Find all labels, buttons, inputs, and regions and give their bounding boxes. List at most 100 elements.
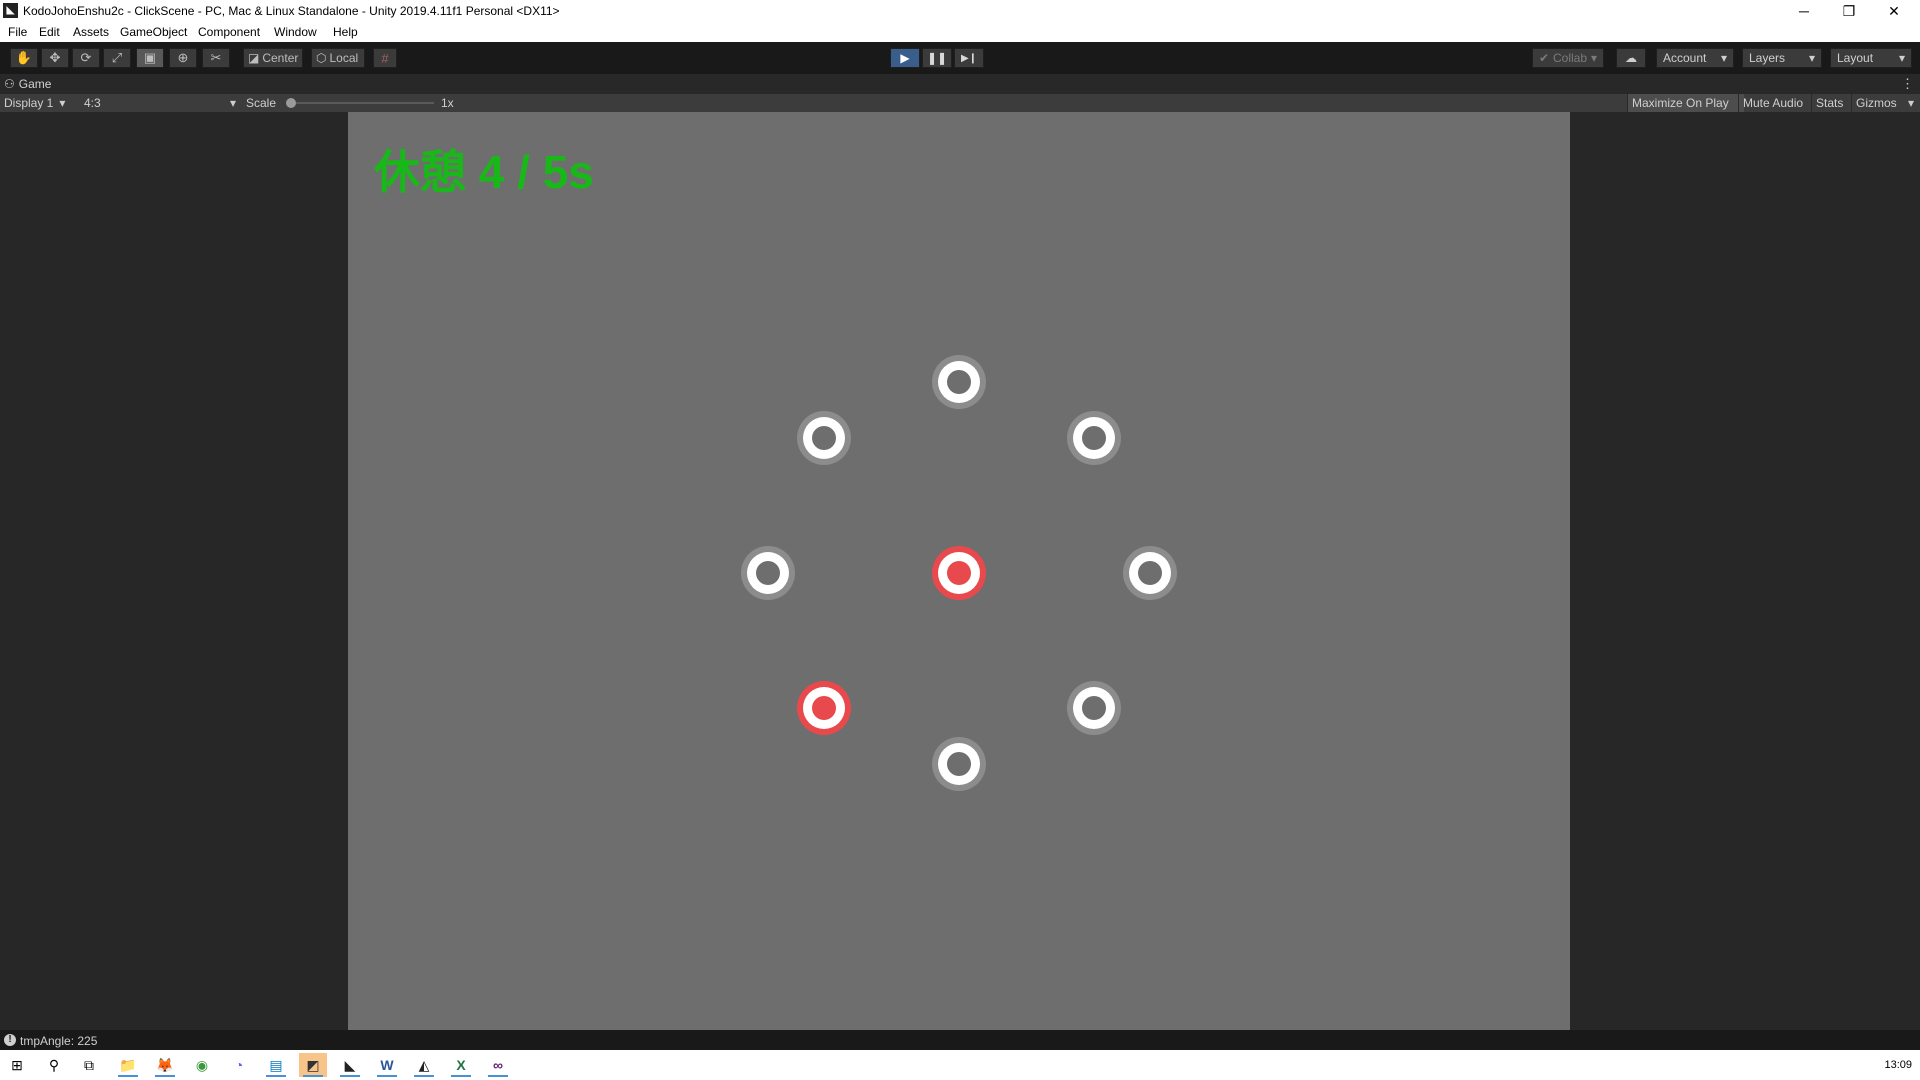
menu-help[interactable]: Help	[333, 25, 358, 39]
chevron-down-icon: ▾	[1720, 51, 1727, 65]
layout-label: Layout	[1837, 51, 1874, 65]
chrome-icon[interactable]: ◉	[188, 1053, 216, 1077]
grid-snap-button[interactable]: #	[373, 48, 397, 68]
chevron-down-icon: ▾	[59, 96, 66, 110]
move-tool-button[interactable]: ✥	[41, 48, 69, 68]
layers-label: Layers	[1749, 51, 1786, 65]
start-icon[interactable]: ⊞	[3, 1053, 31, 1077]
scale-value: 1x	[441, 96, 454, 110]
aspect-dropdown[interactable]: 4:3 ▾	[84, 96, 236, 110]
minimize-button[interactable]: ─	[1781, 0, 1827, 22]
cloud-icon: ☁	[1625, 51, 1637, 65]
pause-icon: ❚❚	[926, 51, 948, 65]
viewport-letterbox-left	[0, 112, 348, 1030]
pivot-label: Center	[262, 51, 299, 65]
viewport-letterbox-right	[1570, 112, 1920, 1030]
step-icon: ▶❙	[960, 52, 978, 64]
custom-tool-button[interactable]: ✂	[202, 48, 230, 68]
rect-tool-icon: ▣	[143, 50, 157, 65]
toolbar: ✋ ✥ ⟳ ⤢ ▣ ⊕ ✂ ◪ Center ⬡ Local # ▶ ❚❚ ▶❙…	[0, 42, 1920, 74]
click-target[interactable]	[797, 411, 851, 465]
taskbar: ⊞ ⚲ ⧉ 📁 🦊 ◉ ◔ ▤ ◩ ◣ W ◭ X ∞ 13:09	[0, 1050, 1920, 1080]
click-target[interactable]	[741, 546, 795, 600]
chevron-down-icon: ▾	[1590, 51, 1597, 65]
scale-slider[interactable]	[286, 98, 434, 108]
display-label: Display 1	[4, 96, 54, 110]
mute-audio-toggle[interactable]: Mute Audio	[1738, 94, 1807, 112]
hand-tool-icon: ✋	[15, 50, 33, 65]
custom-tool-icon: ✂	[210, 50, 222, 65]
menu-component[interactable]: Component	[198, 25, 260, 39]
click-target-active[interactable]	[797, 681, 851, 735]
chevron-down-icon: ▾	[1808, 51, 1815, 65]
console-message: tmpAngle: 225	[20, 1034, 98, 1048]
pivot-center-toggle[interactable]: ◪ Center	[243, 48, 303, 68]
task-view-icon[interactable]: ⧉	[75, 1053, 103, 1077]
acrobat-icon[interactable]: ◭	[410, 1053, 438, 1077]
close-button[interactable]: ✕	[1871, 0, 1917, 22]
account-label: Account	[1663, 51, 1707, 65]
grid-icon: #	[381, 50, 389, 66]
menu-edit[interactable]: Edit	[39, 25, 60, 39]
game-view[interactable]: 休憩 4 / 5s	[348, 112, 1570, 1030]
rect-tool-button[interactable]: ▣	[136, 48, 164, 68]
menu-assets[interactable]: Assets	[73, 25, 109, 39]
unity-icon[interactable]: ◣	[336, 1053, 364, 1077]
local-label: Local	[329, 51, 359, 65]
menu-file[interactable]: File	[8, 25, 27, 39]
collab-dropdown[interactable]: ✔ Collab ▾	[1532, 48, 1604, 68]
click-target[interactable]	[932, 737, 986, 791]
pivot-local-toggle[interactable]: ⬡ Local	[311, 48, 365, 68]
click-target[interactable]	[932, 355, 986, 409]
panel-menu-icon[interactable]: ⋮	[1901, 76, 1914, 92]
word-icon[interactable]: W	[373, 1053, 401, 1077]
restore-button[interactable]: ❐	[1826, 0, 1872, 22]
gizmos-label: Gizmos	[1856, 96, 1897, 110]
hand-tool-button[interactable]: ✋	[10, 48, 38, 68]
account-dropdown[interactable]: Account ▾	[1656, 48, 1734, 68]
game-control-bar: Display 1 ▾ 4:3 ▾ Scale 1x Maximize On P…	[0, 94, 1920, 112]
scale-tool-button[interactable]: ⤢	[103, 48, 131, 68]
cloud-button[interactable]: ☁	[1616, 48, 1646, 68]
visual-studio-icon[interactable]: ∞	[484, 1053, 512, 1077]
scale-slider-handle[interactable]	[286, 98, 296, 108]
excel-icon[interactable]: X	[447, 1053, 475, 1077]
chevron-down-icon: ▾	[1898, 51, 1905, 65]
console-status-bar[interactable]: ! tmpAngle: 225	[0, 1030, 1920, 1050]
discord-icon[interactable]: ◔	[225, 1053, 253, 1077]
play-icon: ▶	[900, 51, 910, 65]
file-explorer-icon[interactable]: 📁	[114, 1053, 142, 1077]
clock[interactable]: 13:09	[1884, 1059, 1912, 1071]
gamepad-icon: ⚇	[4, 77, 15, 91]
layout-dropdown[interactable]: Layout ▾	[1830, 48, 1912, 68]
rotate-tool-button[interactable]: ⟳	[72, 48, 100, 68]
click-target[interactable]	[1067, 411, 1121, 465]
sublime-text-icon[interactable]: ◩	[299, 1053, 327, 1077]
rotate-tool-icon: ⟳	[80, 50, 92, 65]
menu-window[interactable]: Window	[274, 25, 317, 39]
title-bar: ◣ KodoJohoEnshu2c - ClickScene - PC, Mac…	[0, 0, 1920, 22]
search-icon[interactable]: ⚲	[40, 1053, 68, 1077]
stats-toggle[interactable]: Stats	[1811, 94, 1847, 112]
scale-tool-icon: ⤢	[111, 50, 123, 65]
layers-dropdown[interactable]: Layers ▾	[1742, 48, 1822, 68]
display-dropdown[interactable]: Display 1 ▾	[4, 96, 65, 110]
chevron-down-icon: ▾	[229, 96, 236, 110]
firefox-icon[interactable]: 🦊	[151, 1053, 179, 1077]
click-target[interactable]	[1067, 681, 1121, 735]
collab-label: Collab	[1553, 51, 1588, 65]
pause-button[interactable]: ❚❚	[922, 48, 952, 68]
step-button[interactable]: ▶❙	[954, 48, 984, 68]
click-target[interactable]	[1123, 546, 1177, 600]
transform-tool-icon: ⊕	[177, 50, 189, 65]
tab-game[interactable]: ⚇ Game	[4, 77, 51, 91]
info-icon: !	[4, 1034, 16, 1046]
transform-tool-button[interactable]: ⊕	[169, 48, 197, 68]
play-button[interactable]: ▶	[890, 48, 920, 68]
menu-gameobject[interactable]: GameObject	[120, 25, 187, 39]
menu-bar: File Edit Assets GameObject Component Wi…	[0, 22, 1920, 42]
click-target-active[interactable]	[932, 546, 986, 600]
gizmos-dropdown[interactable]: Gizmos ▾	[1851, 94, 1918, 112]
maximize-on-play-toggle[interactable]: Maximize On Play	[1627, 94, 1744, 112]
trello-icon[interactable]: ▤	[262, 1053, 290, 1077]
